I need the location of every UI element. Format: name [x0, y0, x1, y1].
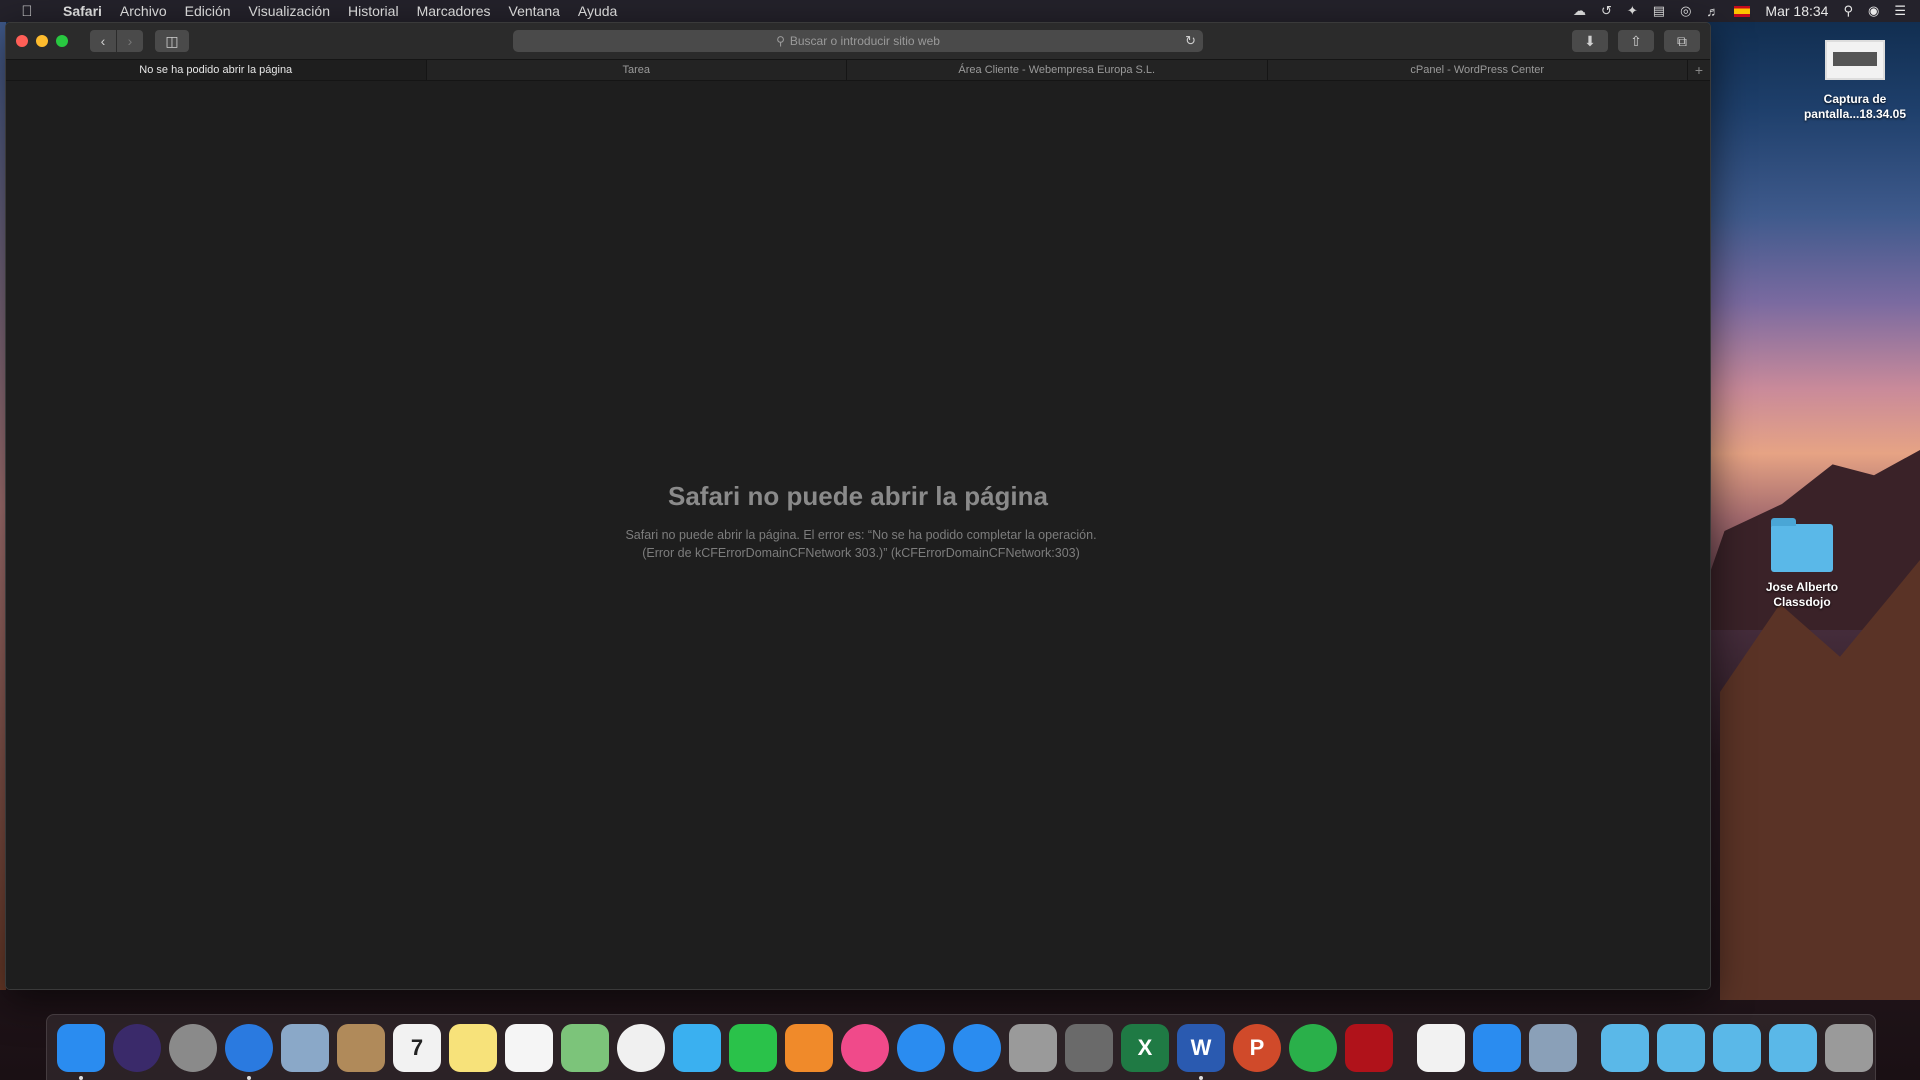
network-status-icon[interactable]: ✦ [1627, 3, 1638, 19]
facetime-dock-icon[interactable] [729, 1023, 777, 1072]
textedit-dock-icon[interactable] [1417, 1023, 1465, 1072]
applications-folder-dock-icon[interactable] [1657, 1023, 1705, 1072]
dock: 7 XWP [46, 1014, 1876, 1080]
acrobat-dock-icon[interactable] [1345, 1023, 1393, 1072]
preview-dock-icon[interactable] [1529, 1023, 1577, 1072]
share-button[interactable]: ⇧ [1618, 30, 1654, 52]
desktop-screenshot-file[interactable]: Captura de pantalla...18.34.05 [1790, 40, 1920, 122]
desktop-folder-label: Classdojo [1773, 595, 1831, 609]
tabs-overview-icon: ⧉ [1677, 32, 1687, 49]
downloads-folder-dock-icon[interactable] [1601, 1023, 1649, 1072]
siri-dock-icon[interactable] [113, 1023, 161, 1072]
app-store-dock-icon[interactable] [897, 1023, 945, 1072]
battery-icon[interactable]: ▤ [1653, 3, 1665, 19]
menu-historial[interactable]: Historial [339, 0, 408, 22]
menu-marcadores[interactable]: Marcadores [408, 0, 500, 22]
maps-dock-icon[interactable] [561, 1023, 609, 1072]
page-content: Safari no puede abrir la página Safari n… [6, 81, 1710, 989]
search-icon: ⚲ [776, 34, 785, 48]
menu-visualizacion[interactable]: Visualización [240, 0, 339, 22]
apple-menu-icon[interactable]:  [0, 3, 54, 20]
error-message-line: Safari no puede abrir la página. El erro… [625, 528, 1097, 542]
menu-ayuda[interactable]: Ayuda [569, 0, 626, 22]
launchpad-dock-icon[interactable] [169, 1023, 217, 1072]
excel-dock-icon[interactable]: X [1121, 1023, 1169, 1072]
window-minimize-button[interactable] [36, 35, 48, 47]
menu-archivo[interactable]: Archivo [111, 0, 176, 22]
error-title: Safari no puede abrir la página [668, 481, 1048, 511]
creative-cloud-icon[interactable]: ☁ [1573, 3, 1586, 19]
window-zoom-button[interactable] [56, 35, 68, 47]
downloads-button[interactable]: ⬇ [1572, 30, 1608, 52]
screenshots-folder-dock-icon[interactable] [1713, 1023, 1761, 1072]
error-message: Safari no puede abrir la página. El erro… [596, 526, 1126, 562]
dock-folders [1597, 1023, 1877, 1072]
error-message-line: (Error de kCFErrorDomainCFNetwork 303.)”… [642, 546, 1080, 560]
safari-dock-icon[interactable] [225, 1023, 273, 1080]
desktop-folder[interactable]: Jose Alberto Classdojo [1750, 518, 1854, 610]
window-close-button[interactable] [16, 35, 28, 47]
powerpoint-dock-icon[interactable]: P [1233, 1023, 1281, 1072]
wifi-icon[interactable]: ◎ [1680, 3, 1691, 19]
back-button[interactable]: ‹ [90, 30, 116, 52]
new-tab-button[interactable]: + [1688, 60, 1710, 80]
reload-icon[interactable]: ↻ [1185, 33, 1196, 49]
siri-icon[interactable]: ◉ [1868, 3, 1879, 19]
reminders-dock-icon[interactable] [505, 1023, 553, 1072]
contacts-dock-icon[interactable] [337, 1023, 385, 1072]
finder-dock-icon[interactable] [57, 1023, 105, 1080]
pages-dock-icon[interactable] [785, 1023, 833, 1072]
word-dock-icon[interactable]: W [1177, 1023, 1225, 1080]
toolbar-right-group: ⬇ ⇧ ⧉ [1572, 30, 1700, 52]
notes-dock-icon[interactable] [449, 1023, 497, 1072]
documents-folder-dock-icon[interactable] [1769, 1023, 1817, 1072]
itunes-dock-icon[interactable] [841, 1023, 889, 1072]
spotlight-search-icon[interactable]: ⚲ [1843, 3, 1853, 19]
evernote-dock-icon[interactable] [1289, 1023, 1337, 1072]
disk-utility-dock-icon[interactable] [1009, 1023, 1057, 1072]
screenshot-thumbnail-icon [1825, 40, 1885, 80]
download-icon: ⬇ [1584, 32, 1596, 49]
chevron-left-icon: ‹ [100, 33, 106, 49]
mail-dock-icon[interactable] [281, 1023, 329, 1072]
dock-extras [1413, 1023, 1581, 1072]
desktop-folder-label: Jose Alberto [1765, 580, 1839, 594]
desktop-file-label: Captura de [1823, 92, 1887, 106]
address-placeholder: Buscar o introducir sitio web [789, 34, 940, 48]
menu-ventana[interactable]: Ventana [500, 0, 569, 22]
share-icon: ⇧ [1630, 32, 1642, 49]
xcode-dock-icon[interactable] [953, 1023, 1001, 1072]
sidebar-icon: ◫ [165, 32, 179, 49]
trash-dock-icon[interactable] [1825, 1023, 1873, 1072]
navigation-buttons: ‹ › [90, 30, 143, 52]
tab-area-cliente[interactable]: Área Cliente - Webempresa Europa S.L. [847, 60, 1268, 80]
menu-clock[interactable]: Mar 18:34 [1765, 3, 1828, 19]
tab-error-page[interactable]: No se ha podido abrir la página [6, 60, 427, 80]
tab-tarea[interactable]: Tarea [427, 60, 847, 80]
show-all-tabs-button[interactable]: ⧉ [1664, 30, 1700, 52]
photos-dock-icon[interactable] [617, 1023, 665, 1072]
folder-icon [1771, 518, 1833, 572]
desktop-file-label: pantalla...18.34.05 [1803, 107, 1907, 121]
system-preferences-dock-icon[interactable] [1065, 1023, 1113, 1072]
input-language-flag-icon[interactable] [1734, 5, 1751, 17]
volume-icon[interactable]: ♬ [1706, 4, 1719, 19]
dock-apps: 7 XWP [53, 1023, 1397, 1080]
chevron-right-icon: › [127, 33, 133, 49]
notification-center-icon[interactable]: ☰ [1894, 3, 1906, 19]
tab-cpanel[interactable]: cPanel - WordPress Center [1268, 60, 1688, 80]
messages-dock-icon[interactable] [673, 1023, 721, 1072]
forward-button[interactable]: › [117, 30, 143, 52]
zoom-dock-icon[interactable] [1473, 1023, 1521, 1072]
menu-app-name[interactable]: Safari [54, 0, 111, 22]
safari-window: ‹ › ◫ ⚲ Buscar o introducir sitio web ↻ … [5, 22, 1711, 990]
tab-bar: No se ha podido abrir la página Tarea Ár… [6, 59, 1710, 81]
sidebar-toggle-button[interactable]: ◫ [155, 30, 189, 52]
calendar-dock-icon[interactable]: 7 [393, 1023, 441, 1072]
time-machine-icon[interactable]: ↺ [1601, 3, 1612, 19]
safari-toolbar: ‹ › ◫ ⚲ Buscar o introducir sitio web ↻ … [6, 23, 1710, 59]
menu-edicion[interactable]: Edición [176, 0, 240, 22]
menu-bar:  Safari Archivo Edición Visualización H… [0, 0, 1920, 22]
address-bar[interactable]: ⚲ Buscar o introducir sitio web ↻ [513, 30, 1203, 52]
